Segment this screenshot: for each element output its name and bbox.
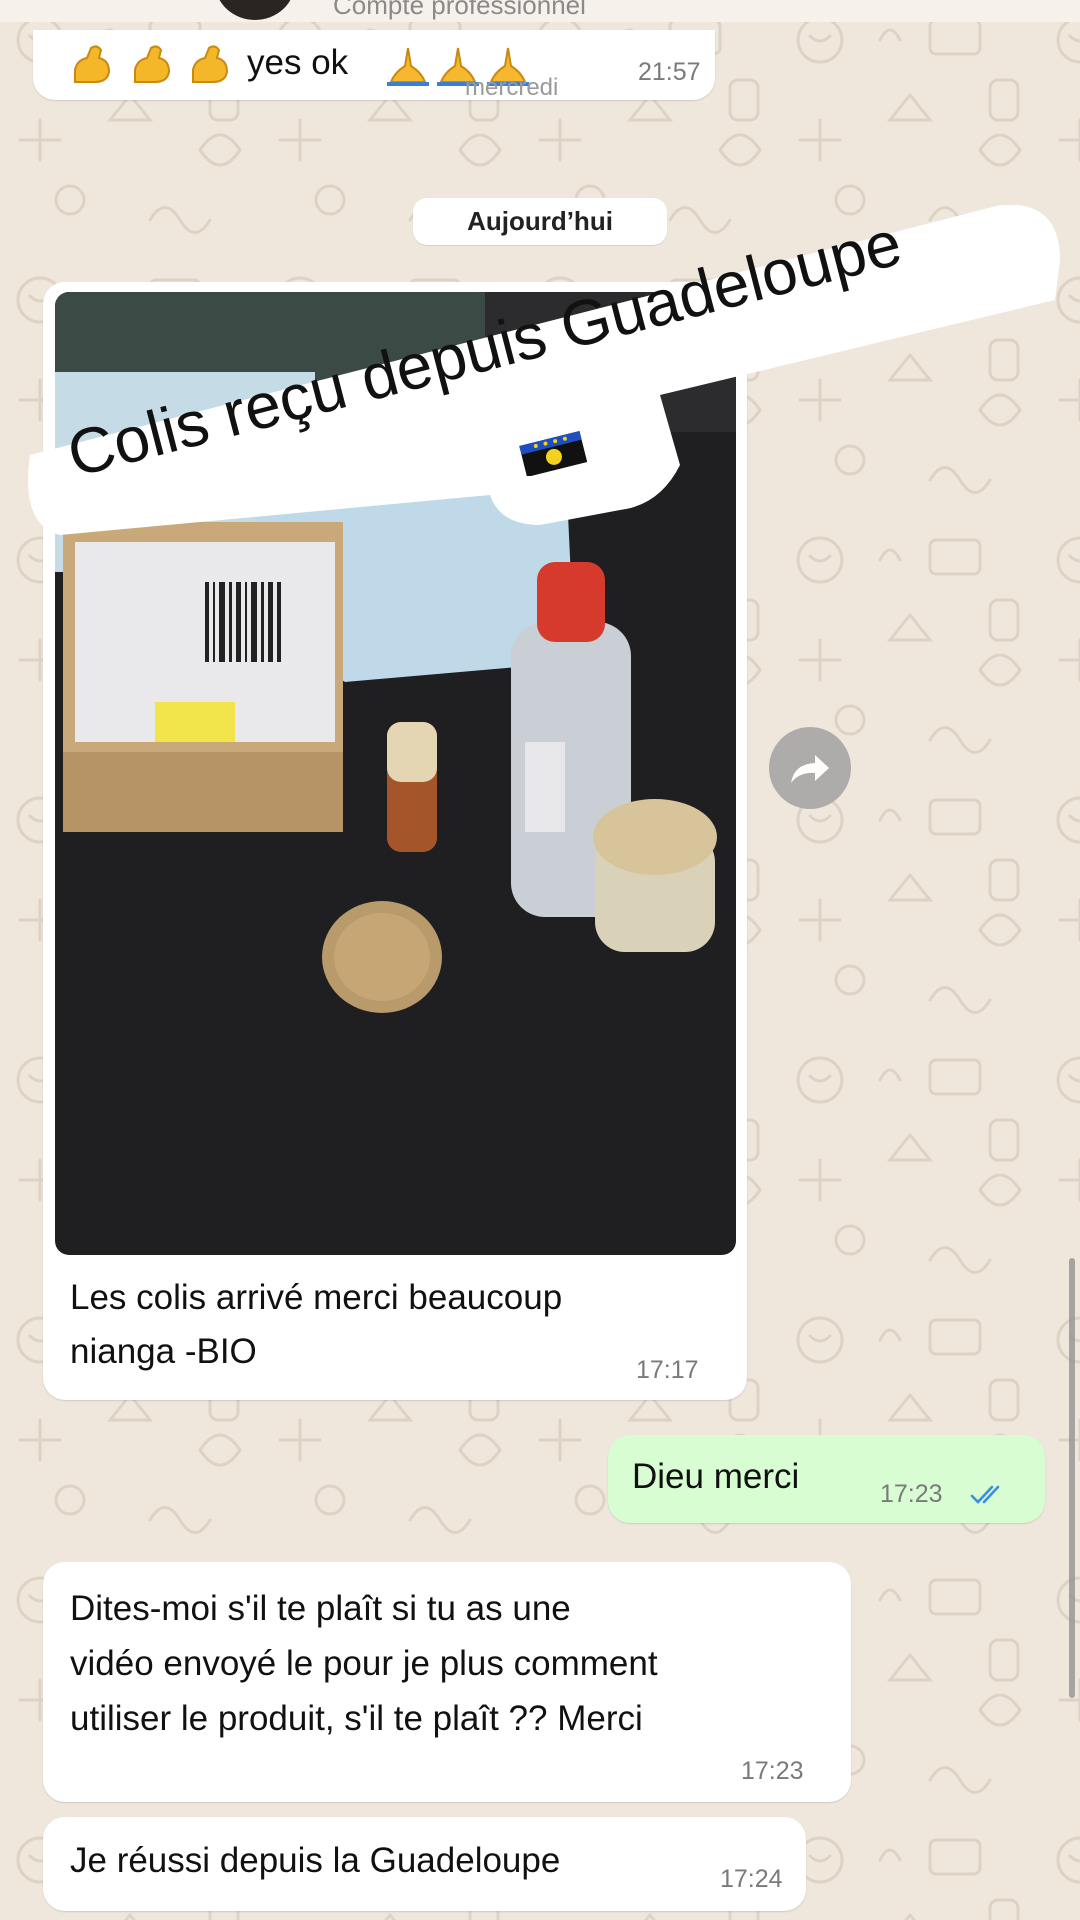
message-bubble-incoming[interactable]: yes ok mercredi 21:57 (33, 30, 715, 101)
forward-button[interactable] (769, 727, 851, 809)
contact-avatar[interactable] (215, 0, 295, 20)
message-text: yes ok (247, 43, 349, 82)
photo-caption-line1: Les colis arrivé merci beaucoup (70, 1278, 563, 1317)
message-bubble-incoming[interactable]: Dites-moi s'il te plaît si tu as une vid… (43, 1562, 851, 1802)
message-bubble-incoming[interactable]: Je réussi depuis la Guadeloupe 17:24 (43, 1817, 806, 1911)
message-time: 17:24 (720, 1865, 783, 1893)
message-line2: vidéo envoyé le pour je plus comment (70, 1644, 658, 1683)
chat-scrollbar[interactable] (1069, 1258, 1075, 1698)
photo-caption-line2: nianga -BIO (70, 1332, 257, 1371)
folded-hands-emoji (387, 47, 429, 86)
double-check-icon (970, 1485, 1000, 1504)
flexed-biceps-emoji (74, 45, 111, 83)
message-time: 17:23 (880, 1480, 943, 1508)
message-line3: utiliser le produit, s'il te plaît ?? Me… (70, 1699, 643, 1738)
message-text: Dieu merci (632, 1457, 800, 1496)
day-overlay-label: mercredi (465, 74, 559, 101)
chat-header: Compte professionnel (0, 0, 1080, 22)
flexed-biceps-emoji (134, 45, 171, 83)
message-time: 17:17 (636, 1356, 699, 1384)
message-bubble-outgoing[interactable]: Dieu merci 17:23 (608, 1435, 1045, 1523)
forward-icon (791, 755, 829, 783)
message-line1: Dites-moi s'il te plaît si tu as une (70, 1589, 571, 1628)
message-time: 21:57 (638, 58, 701, 86)
message-time: 17:23 (741, 1757, 804, 1785)
flexed-biceps-emoji (192, 45, 229, 83)
message-text: Je réussi depuis la Guadeloupe (70, 1841, 561, 1880)
guadeloupe-flag-emoji (519, 430, 588, 476)
header-subtitle: Compte professionnel (333, 0, 586, 20)
